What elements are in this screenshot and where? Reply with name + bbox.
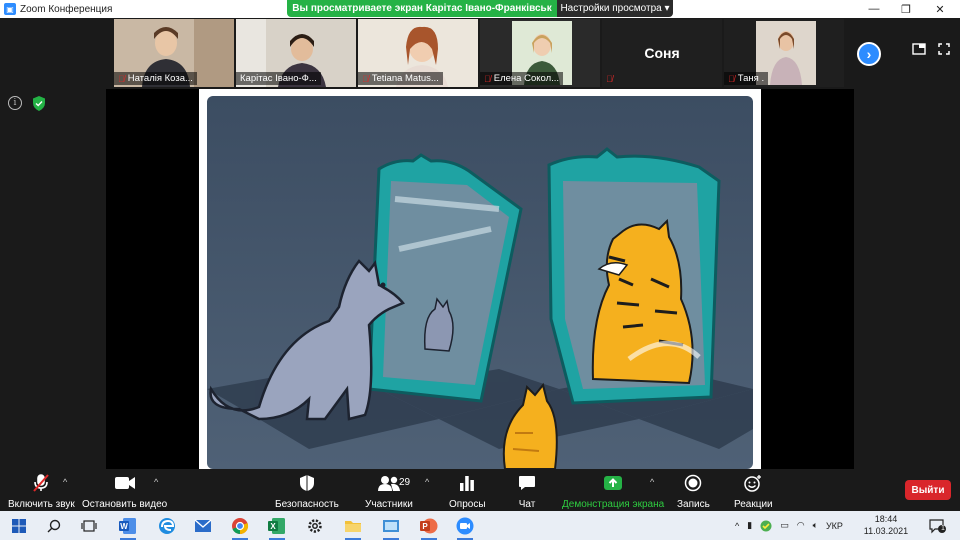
window-title: Zoom Конференция [20,3,113,15]
task-view-icon[interactable] [78,515,100,537]
powerpoint-app-icon[interactable]: P [418,515,440,540]
video-camera-icon [114,473,136,493]
participant-name: 🎙̸ Наталія Коза... [114,72,197,85]
muted-mic-icon: 🎙̸ [362,73,369,84]
close-button[interactable]: ✕ [924,0,956,18]
right-mirror [547,147,721,405]
video-options-caret-icon[interactable]: ^ [154,477,158,487]
share-banner-message: Вы просматриваете экран Карітас Івано-Фр… [287,0,557,17]
participant-tile[interactable]: 🎙̸ Наталія Коза... [114,19,234,87]
muted-microphone-icon [31,473,51,493]
system-tray: ^ ▮ ▭ ◠ 🔈︎ УКР [735,511,843,540]
security-shield-icon [299,473,315,493]
zoom-app-taskbar-icon[interactable] [454,515,476,540]
photos-app-icon[interactable] [380,515,402,540]
record-label: Запись [677,499,710,510]
participant-tile[interactable]: 🎙̸ Таня . [724,19,844,87]
audio-options-caret-icon[interactable]: ^ [63,477,67,487]
participant-name: 🎙̸ Елена Сокол... [480,72,564,85]
participant-name: Карітас Івано-Ф... [236,72,321,85]
participant-name: 🎙̸ Tetiana Matus... [358,72,443,85]
muted-mic-icon: 🎙̸ [484,73,491,84]
participants-count-badge: 29 [399,477,411,488]
reactions-smiley-icon [743,473,763,493]
share-banner: Вы просматриваете экран Карітас Івано-Фр… [287,0,673,17]
svg-text:X: X [270,522,276,531]
participants-icon [377,473,401,493]
tray-overflow-caret-icon[interactable]: ^ [735,521,739,531]
muted-mic-icon: 🎙̸ [118,73,125,84]
reactions-button[interactable]: Реакции [734,473,773,510]
polls-chart-icon [459,473,475,493]
start-windows-icon[interactable] [8,515,30,537]
shared-illustration [207,96,753,469]
record-button[interactable]: Запись [677,473,710,510]
search-icon[interactable] [43,515,65,537]
clock-date: 11.03.2021 [863,526,909,536]
encryption-shield-icon[interactable] [32,96,46,111]
chat-button[interactable]: Чат [518,473,536,510]
notification-count: 1 [941,525,945,532]
meeting-toolbar: Включить звук ^ Остановить видео ^ Безоп… [0,469,960,511]
settings-gear-icon[interactable] [304,515,326,537]
security-label: Безопасность [275,499,339,510]
tray-phone-icon[interactable]: ▮ [747,520,752,531]
unmute-label: Включить звук [8,499,75,510]
wifi-icon[interactable]: ◠ [797,520,805,531]
chrome-browser-icon[interactable] [229,515,251,540]
participant-tile[interactable]: 🎙̸ Елена Сокол... [480,19,600,87]
reactions-label: Реакции [734,499,773,510]
participant-name: 🎙̸ Таня . [724,72,769,85]
clock-time: 18:44 [874,514,898,524]
volume-icon[interactable]: 🔈︎ [813,520,818,531]
language-indicator[interactable]: УКР [826,521,843,531]
participant-tile-active-speaker[interactable]: Карітас Івано-Ф... [236,19,356,87]
file-explorer-icon[interactable] [342,515,364,540]
security-button[interactable]: Безопасность [275,473,339,510]
stop-video-label: Остановить видео [82,499,168,510]
share-screen-button[interactable]: Демонстрация экрана [562,473,664,510]
polls-label: Опросы [449,499,486,510]
shared-slide [199,89,761,469]
muted-mic-icon: 🎙̸ [606,73,613,84]
gallery-layout-icon[interactable] [912,42,926,56]
meeting-info-icon[interactable]: i [8,96,22,110]
participant-display-name: Соня [644,45,680,61]
excel-app-icon[interactable]: X [266,515,288,540]
share-screen-arrow-icon [603,473,623,493]
participants-label: Участники [365,499,413,510]
tray-status-icon[interactable] [760,520,772,532]
edge-browser-icon[interactable] [156,515,178,537]
participants-options-caret-icon[interactable]: ^ [425,477,429,487]
leave-meeting-button[interactable]: Выйти [905,480,951,500]
share-screen-label: Демонстрация экрана [562,499,665,510]
share-options-caret-icon[interactable]: ^ [650,477,654,487]
chat-label: Чат [518,499,536,510]
battery-icon[interactable]: ▭ [780,520,789,531]
participant-tile[interactable]: 🎙̸ Tetiana Matus... [358,19,478,87]
notifications-icon[interactable]: 1 [927,515,949,537]
muted-mic-icon: 🎙̸ [728,73,735,84]
svg-text:W: W [120,522,128,531]
mail-app-icon[interactable] [192,515,214,537]
record-icon [684,473,702,493]
restore-button[interactable]: ❐ [890,0,922,18]
participants-strip: 🎙̸ Наталія Коза... Карітас Івано-Ф... 🎙̸ T… [0,18,960,89]
participant-muted-indicator: 🎙̸ [602,72,620,85]
clock[interactable]: 18:44 11.03.2021 [862,513,910,537]
next-page-arrow-button[interactable]: › [857,42,881,66]
view-options-button[interactable]: Настройки просмотра ▾ [557,0,673,17]
minimize-button[interactable]: — [858,0,890,18]
chat-bubble-icon [518,473,536,493]
windows-taskbar: W X P ^ ▮ ▭ ◠ 🔈︎ УКР 18:44 11.03.2021 1 [0,511,960,540]
polls-button[interactable]: Опросы [449,473,486,510]
word-app-icon[interactable]: W [117,515,139,540]
svg-text:P: P [422,522,428,531]
fullscreen-icon[interactable] [937,42,951,56]
participant-tile-no-video[interactable]: Соня 🎙̸ [602,19,722,87]
zoom-app-icon: ▣ [4,3,16,15]
